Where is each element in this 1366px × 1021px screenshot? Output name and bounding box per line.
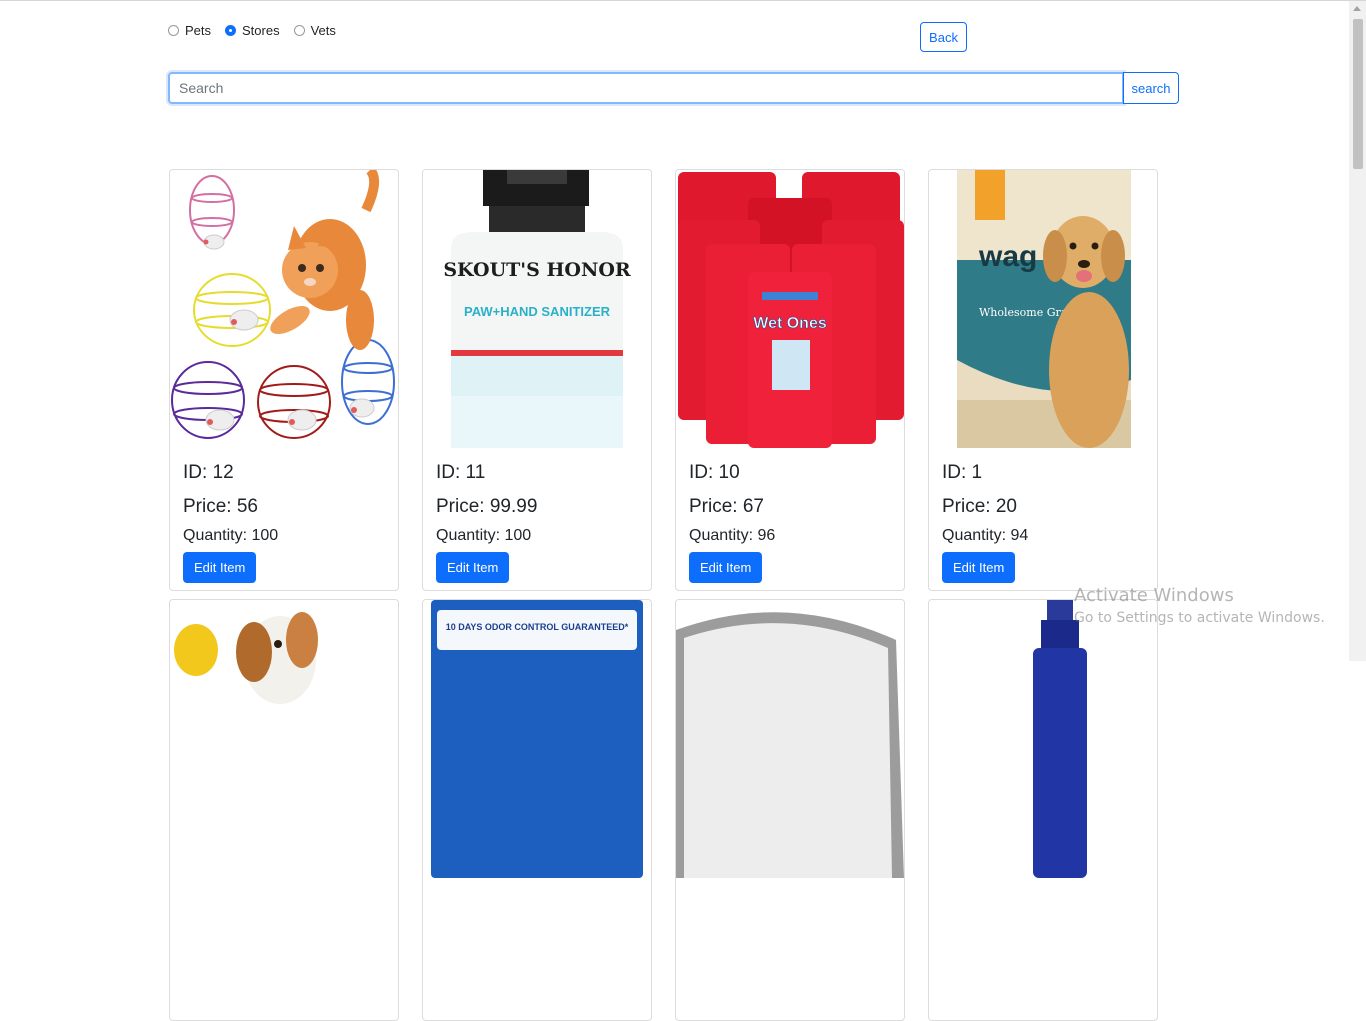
product-image-spray-bottle	[929, 600, 1157, 878]
search-input[interactable]	[168, 72, 1124, 104]
product-image-cat-toys	[170, 170, 398, 448]
product-id: ID: 1	[942, 462, 983, 483]
product-quantity: Quantity: 100	[183, 527, 279, 544]
edit-item-button[interactable]: Edit Item	[689, 552, 763, 583]
product-card	[928, 599, 1158, 1021]
product-price: Price: 56	[183, 496, 258, 517]
product-card: ID: 12 Price: 56 Quantity: 100 Edit Item	[169, 169, 399, 591]
product-image-litter-box-product: 10 DAYS ODOR CONTROL GUARANTEED*	[423, 600, 651, 878]
product-id: ID: 11	[436, 462, 486, 483]
product-image-gray-bed	[676, 600, 904, 878]
watermark-subtitle: Go to Settings to activate Windows.	[1074, 610, 1325, 626]
product-grid: ID: 12 Price: 56 Quantity: 100 Edit Item…	[169, 169, 1158, 1021]
product-image-wet-ones-wipes: Wet Ones	[676, 170, 904, 448]
product-price: Price: 67	[689, 496, 764, 517]
filter-label: Pets	[185, 23, 212, 38]
radio-pets[interactable]	[168, 25, 179, 36]
filter-pets[interactable]: Pets	[168, 23, 211, 38]
back-button[interactable]: Back	[920, 22, 967, 52]
edit-item-button[interactable]: Edit Item	[183, 552, 257, 583]
filter-vets[interactable]: Vets	[293, 23, 336, 38]
radio-stores[interactable]	[225, 25, 237, 36]
filter-label: Vets	[310, 23, 336, 38]
search-bar: search	[168, 72, 1179, 104]
scroll-up-arrow-icon[interactable]	[1353, 6, 1361, 11]
edit-item-button[interactable]: Edit Item	[436, 552, 510, 583]
product-id: ID: 10	[689, 462, 740, 483]
filter-label: Stores	[242, 23, 280, 38]
sanitizer-product-text: PAW+HAND SANITIZER	[464, 304, 611, 319]
product-card: wag Wholesome Grains ID: 1 Price: 20 Qua…	[928, 169, 1158, 591]
category-filter: Pets Stores Vets	[168, 23, 336, 38]
page-scrollbar[interactable]	[1349, 1, 1366, 661]
product-card	[169, 599, 399, 1021]
product-price: Price: 20	[942, 496, 1017, 517]
filter-stores[interactable]: Stores	[225, 23, 280, 38]
product-card	[675, 599, 905, 1021]
product-card: SKOUT'S HONOR PAW+HAND SANITIZER ID: 11 …	[422, 169, 652, 591]
litter-banner-text: 10 DAYS ODOR CONTROL GUARANTEED*	[446, 622, 629, 632]
product-image-dog-with-corn	[170, 600, 398, 878]
search-button[interactable]: search	[1123, 72, 1179, 104]
sanitizer-brand-text: SKOUT'S HONOR	[443, 259, 631, 281]
product-quantity: Quantity: 100	[436, 527, 532, 544]
scrollbar-thumb[interactable]	[1353, 19, 1363, 169]
product-image-paw-hand-sanitizer: SKOUT'S HONOR PAW+HAND SANITIZER	[423, 170, 651, 448]
product-image-wag-dog-food: wag Wholesome Grains	[929, 170, 1157, 448]
activate-windows-watermark: Activate Windows Go to Settings to activ…	[1074, 585, 1325, 626]
dogfood-brand-text: wag	[978, 240, 1037, 273]
product-id: ID: 12	[183, 462, 234, 483]
wipes-product-text: Wet Ones	[753, 315, 827, 332]
product-quantity: Quantity: 94	[942, 527, 1029, 544]
product-price: Price: 99.99	[436, 496, 538, 517]
radio-vets[interactable]	[293, 25, 305, 36]
product-quantity: Quantity: 96	[689, 527, 776, 544]
edit-item-button[interactable]: Edit Item	[942, 552, 1016, 583]
watermark-title: Activate Windows	[1074, 585, 1234, 606]
product-card: 10 DAYS ODOR CONTROL GUARANTEED*	[422, 599, 652, 1021]
product-card: Wet Ones ID: 10 Price: 67 Quantity: 96 E…	[675, 169, 905, 591]
